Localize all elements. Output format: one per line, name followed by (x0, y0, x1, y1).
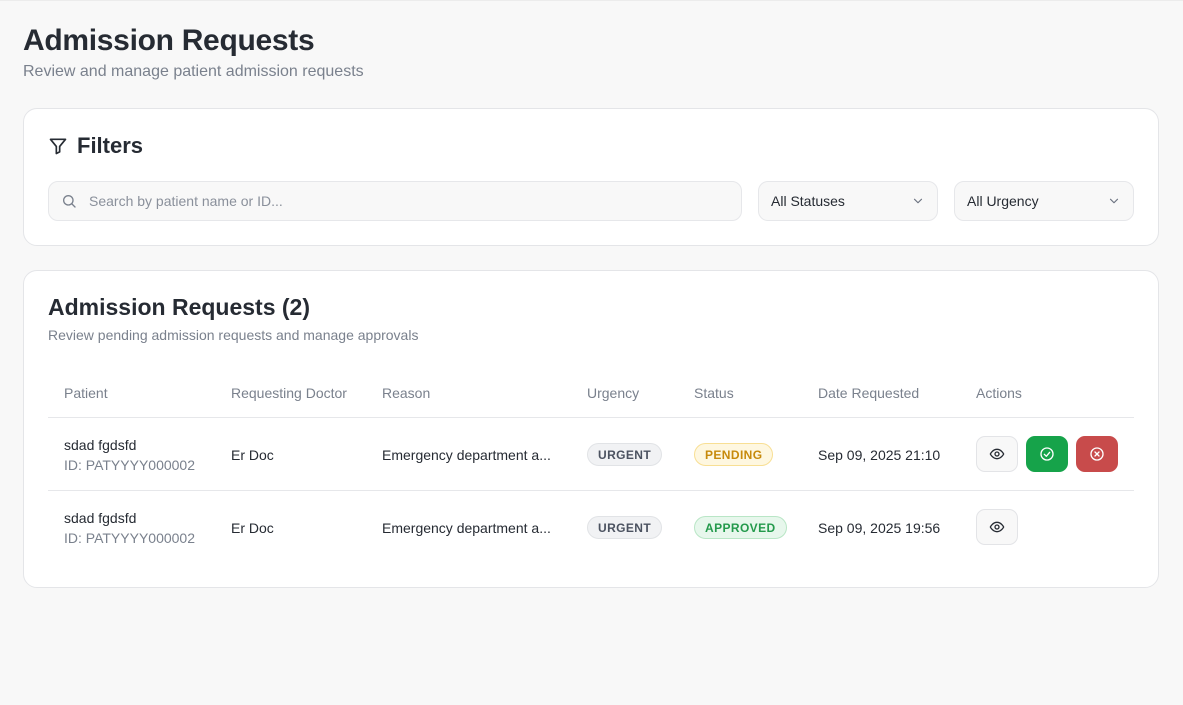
admission-reason: Emergency department a... (382, 520, 551, 536)
column-header-urgency: Urgency (587, 385, 640, 401)
status-filter-select[interactable]: All Statuses (758, 181, 938, 221)
requests-subtitle: Review pending admission requests and ma… (48, 327, 419, 343)
requesting-doctor: Er Doc (231, 447, 274, 463)
urgency-filter-select[interactable]: All Urgency (954, 181, 1134, 221)
column-header-date: Date Requested (818, 385, 920, 401)
status-badge: APPROVED (694, 516, 787, 539)
column-header-doctor: Requesting Doctor (231, 385, 347, 401)
row-actions (976, 509, 1018, 545)
eye-icon (989, 519, 1005, 535)
urgency-filter-value: All Urgency (967, 193, 1039, 209)
x-circle-icon (1089, 446, 1105, 462)
patient-id: ID: PATYYYY000002 (64, 530, 195, 546)
status-badge: PENDING (694, 443, 774, 466)
patient-id: ID: PATYYYY000002 (64, 457, 195, 473)
row-actions (976, 436, 1118, 472)
reject-button[interactable] (1076, 436, 1118, 472)
search-input[interactable] (89, 193, 689, 209)
column-header-actions: Actions (976, 385, 1022, 401)
table-header: Patient Requesting Doctor Reason Urgency… (48, 373, 1134, 418)
view-button[interactable] (976, 436, 1018, 472)
filters-header: Filters (48, 133, 143, 159)
admission-reason: Emergency department a... (382, 447, 551, 463)
eye-icon (989, 446, 1005, 462)
filter-icon (48, 136, 68, 156)
urgency-badge: URGENT (587, 443, 663, 466)
requests-table: Patient Requesting Doctor Reason Urgency… (48, 373, 1134, 564)
column-header-status: Status (694, 385, 734, 401)
requests-card: Admission Requests (2) Review pending ad… (23, 270, 1159, 588)
requesting-doctor: Er Doc (231, 520, 274, 536)
approve-button[interactable] (1026, 436, 1068, 472)
column-header-reason: Reason (382, 385, 431, 401)
top-border (0, 0, 1183, 1)
page-subtitle: Review and manage patient admission requ… (23, 63, 364, 80)
page-title: Admission Requests (23, 24, 315, 57)
view-button[interactable] (976, 509, 1018, 545)
search-field[interactable] (48, 181, 742, 221)
filters-card: Filters All Statuses All Urgency (23, 108, 1159, 246)
date-requested: Sep 09, 2025 21:10 (818, 447, 941, 463)
column-header-patient: Patient (64, 385, 108, 401)
chevron-down-icon (911, 194, 925, 208)
filters-title: Filters (77, 133, 144, 158)
chevron-down-icon (1107, 194, 1121, 208)
patient-name: sdad fgdsfd (64, 510, 137, 526)
check-circle-icon (1039, 446, 1055, 462)
table-row: sdad fgdsfd ID: PATYYYY000002 Er Doc Eme… (48, 418, 1134, 491)
table-row: sdad fgdsfd ID: PATYYYY000002 Er Doc Eme… (48, 491, 1134, 564)
search-icon (61, 193, 77, 209)
requests-title: Admission Requests (2) (48, 294, 310, 320)
urgency-badge: URGENT (587, 516, 663, 539)
status-filter-value: All Statuses (771, 193, 845, 209)
patient-name: sdad fgdsfd (64, 437, 137, 453)
date-requested: Sep 09, 2025 19:56 (818, 520, 941, 536)
